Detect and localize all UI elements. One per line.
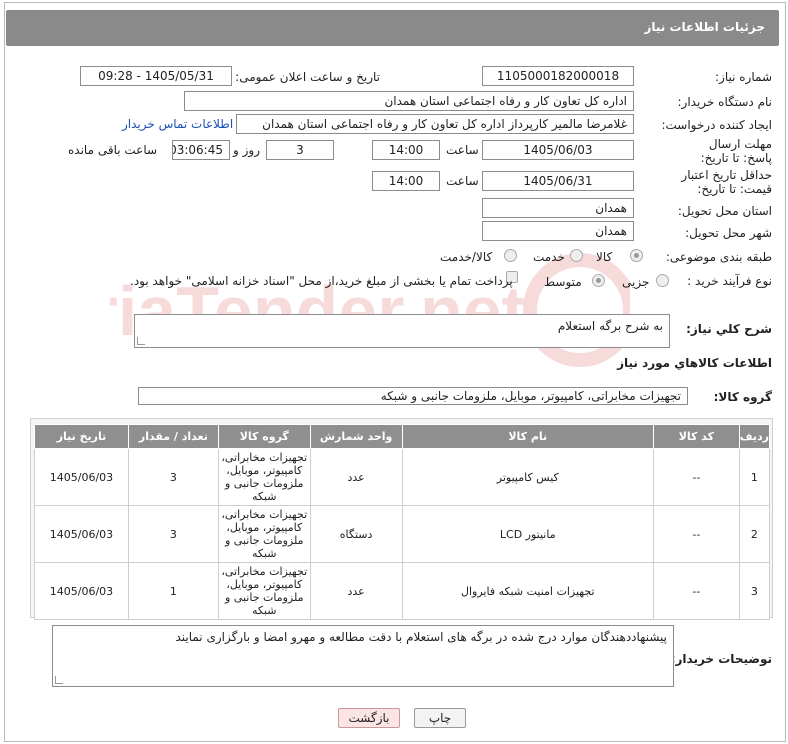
cell-item-name: تجهیزات امنیت شبکه فایروال	[401, 562, 654, 620]
cell-item-code: --	[652, 448, 740, 506]
cell-row-number: 2	[738, 505, 771, 563]
cell-item-code: --	[652, 505, 740, 563]
summary-text: به شرح برگه استعلام	[557, 319, 663, 333]
city-label: شهر محل تحویل:	[685, 226, 772, 240]
creator-field[interactable]: غلامرضا مالمیر کارپرداز اداره کل تعاون ک…	[236, 114, 634, 134]
cell-quantity: 1	[127, 562, 219, 620]
process-partial-radio[interactable]	[656, 274, 669, 287]
table-row[interactable]: 2 -- مانیتور LCD دستگاه تجهیزات مخابراتی…	[34, 505, 771, 563]
col-header-item-code[interactable]: کد کالا	[652, 424, 740, 449]
cell-row-number: 3	[738, 562, 771, 620]
deadline-date-field[interactable]: 1405/06/03	[482, 140, 634, 160]
cell-group: تجهیزات مخابراتی، کامپیوتر، موبایل، ملزو…	[217, 562, 311, 620]
cell-group: تجهیزات مخابراتی، کامپیوتر، موبایل، ملزو…	[217, 448, 311, 506]
page-title: جزئیات اطلاعات نیاز	[644, 20, 765, 34]
process-partial-label: جزیی	[622, 275, 650, 289]
cell-item-name: مانیتور LCD	[401, 505, 654, 563]
resize-handle-icon[interactable]	[137, 337, 145, 345]
cell-need-date: 1405/06/03	[34, 505, 129, 563]
col-header-quantity[interactable]: تعداد / مقدار	[127, 424, 219, 449]
category-goods-radio[interactable]	[630, 249, 643, 262]
buyer-notes-label: توضیحات خریدار:	[670, 652, 772, 666]
validity-date-field[interactable]: 1405/06/31	[482, 171, 634, 191]
table-row[interactable]: 1 -- کیس کامپیوتر عدد تجهیزات مخابراتی، …	[34, 448, 771, 506]
contact-buyer-link[interactable]: اطلاعات تماس خریدار	[122, 117, 233, 131]
province-field[interactable]: همدان	[482, 198, 634, 218]
col-header-unit[interactable]: واحد شمارش	[309, 424, 403, 449]
cell-quantity: 3	[127, 448, 219, 506]
buyer-notes-textarea[interactable]: پیشنهاددهندگان موارد درج شده در برگه های…	[52, 625, 674, 687]
creator-label: ایجاد کننده درخواست:	[661, 118, 772, 132]
cell-unit: عدد	[309, 448, 403, 506]
category-both-radio[interactable]	[504, 249, 517, 262]
goods-group-label: گروه کالا:	[713, 390, 772, 404]
province-label: استان محل تحویل:	[677, 204, 772, 218]
cell-row-number: 1	[738, 448, 771, 506]
print-button[interactable]: چاپ	[414, 708, 466, 728]
remaining-label: ساعت باقی مانده	[68, 143, 158, 157]
need-number-field[interactable]: 1105000182000018	[482, 66, 634, 86]
days-label: روز و	[233, 143, 260, 157]
validity-label: حداقل تاریخ اعتبار قیمت: تا تاریخ:	[681, 168, 772, 196]
items-table: ردیف کد کالا نام کالا واحد شمارش گروه کا…	[34, 424, 771, 620]
buyer-notes-text: پیشنهاددهندگان موارد درج شده در برگه های…	[175, 630, 667, 644]
deadline-label: مهلت ارسال پاسخ: تا تاریخ:	[700, 137, 772, 165]
cell-item-code: --	[652, 562, 740, 620]
validity-time-field[interactable]: 14:00	[372, 171, 440, 191]
col-header-need-date[interactable]: تاریخ نیاز	[34, 424, 129, 449]
cell-quantity: 3	[127, 505, 219, 563]
resize-handle-icon[interactable]	[55, 676, 63, 684]
category-service-radio[interactable]	[570, 249, 583, 262]
category-goods-label: کالا	[596, 250, 613, 264]
buyer-org-field[interactable]: اداره کل تعاون کار و رفاه اجتماعی استان …	[184, 91, 634, 111]
summary-label: شرح کلي نياز:	[686, 322, 772, 336]
goods-section-title: اطلاعات کالاهاي مورد نياز	[617, 356, 772, 370]
remaining-time-field[interactable]: 03:06:45	[172, 140, 230, 160]
col-header-group[interactable]: گروه کالا	[217, 424, 311, 449]
cell-group: تجهیزات مخابراتی، کامپیوتر، موبایل، ملزو…	[217, 505, 311, 563]
table-header-row: ردیف کد کالا نام کالا واحد شمارش گروه کا…	[34, 424, 771, 449]
days-field[interactable]: 3	[266, 140, 334, 160]
category-service-label: خدمت	[533, 250, 565, 264]
back-button[interactable]: بازگشت	[338, 708, 400, 728]
cell-unit: عدد	[309, 562, 403, 620]
cell-need-date: 1405/06/03	[34, 448, 129, 506]
goods-group-field[interactable]: تجهیزات مخابراتی، کامپیوتر، موبایل، ملزو…	[138, 387, 688, 405]
col-header-item-name[interactable]: نام کالا	[401, 424, 654, 449]
deadline-time-label: ساعت	[446, 143, 479, 157]
announce-label: تاریخ و ساعت اعلان عمومی:	[235, 70, 380, 84]
treasury-payment-note: پرداخت تمام یا بخشی از مبلغ خرید،از محل …	[130, 274, 513, 288]
col-header-row-number[interactable]: ردیف	[738, 424, 771, 449]
announce-field[interactable]: 1405/05/31 - 09:28	[80, 66, 232, 86]
city-field[interactable]: همدان	[482, 221, 634, 241]
cell-need-date: 1405/06/03	[34, 562, 129, 620]
cell-unit: دستگاه	[309, 505, 403, 563]
buyer-org-label: نام دستگاه خریدار:	[677, 95, 773, 109]
category-both-label: کالا/خدمت	[440, 250, 493, 264]
process-medium-radio[interactable]	[592, 274, 605, 287]
validity-time-label: ساعت	[446, 174, 479, 188]
cell-item-name: کیس کامپیوتر	[401, 448, 654, 506]
need-number-label: شماره نیاز:	[715, 70, 772, 84]
summary-textarea[interactable]: به شرح برگه استعلام	[134, 314, 670, 348]
header-bar: جزئیات اطلاعات نیاز	[6, 10, 779, 46]
process-medium-label: متوسط	[544, 275, 582, 289]
category-label: طبقه بندی موضوعی:	[665, 250, 772, 264]
table-row[interactable]: 3 -- تجهیزات امنیت شبکه فایروال عدد تجهی…	[34, 562, 771, 620]
deadline-time-field[interactable]: 14:00	[372, 140, 440, 160]
process-label: نوع فرآیند خرید :	[687, 274, 772, 288]
